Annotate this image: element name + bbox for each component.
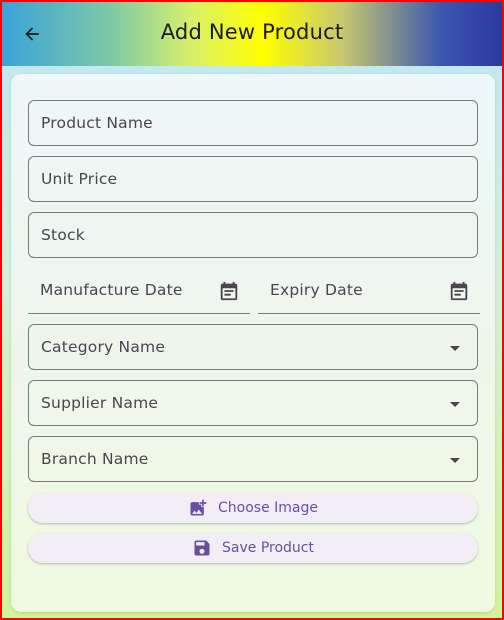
dropdown-arrow-icon — [450, 346, 460, 351]
save-product-label: Save Product — [222, 540, 314, 556]
app-window: Add New Product Product Name Unit Price … — [0, 0, 504, 620]
branch-label: Branch Name — [41, 450, 149, 468]
dropdown-arrow-icon — [450, 458, 460, 463]
page-title: Add New Product — [160, 20, 344, 44]
category-label: Category Name — [41, 338, 166, 356]
save-icon — [192, 538, 212, 558]
category-dropdown[interactable]: Category Name — [28, 324, 478, 370]
expiry-date-label: Expiry Date — [270, 281, 363, 299]
form-card: Product Name Unit Price Stock Manufactur… — [11, 74, 495, 612]
product-name-field[interactable]: Product Name — [28, 100, 478, 146]
supplier-dropdown[interactable]: Supplier Name — [28, 380, 478, 426]
save-product-button[interactable]: Save Product — [28, 533, 478, 563]
branch-dropdown[interactable]: Branch Name — [28, 436, 478, 482]
dropdown-arrow-icon — [450, 402, 460, 407]
manufacture-date-label: Manufacture Date — [40, 281, 183, 299]
manufacture-date-field[interactable]: Manufacture Date — [28, 268, 250, 314]
choose-image-button[interactable]: Choose Image — [28, 493, 478, 523]
app-bar: Add New Product — [2, 2, 502, 66]
add-photo-icon — [188, 498, 208, 518]
product-name-label: Product Name — [41, 114, 153, 132]
stock-field[interactable]: Stock — [28, 212, 478, 258]
calendar-icon[interactable] — [218, 280, 240, 302]
unit-price-field[interactable]: Unit Price — [28, 156, 478, 202]
choose-image-label: Choose Image — [218, 500, 318, 516]
supplier-label: Supplier Name — [41, 394, 159, 412]
stock-label: Stock — [41, 226, 85, 244]
unit-price-label: Unit Price — [41, 170, 118, 188]
calendar-icon[interactable] — [448, 280, 470, 302]
expiry-date-field[interactable]: Expiry Date — [258, 268, 480, 314]
